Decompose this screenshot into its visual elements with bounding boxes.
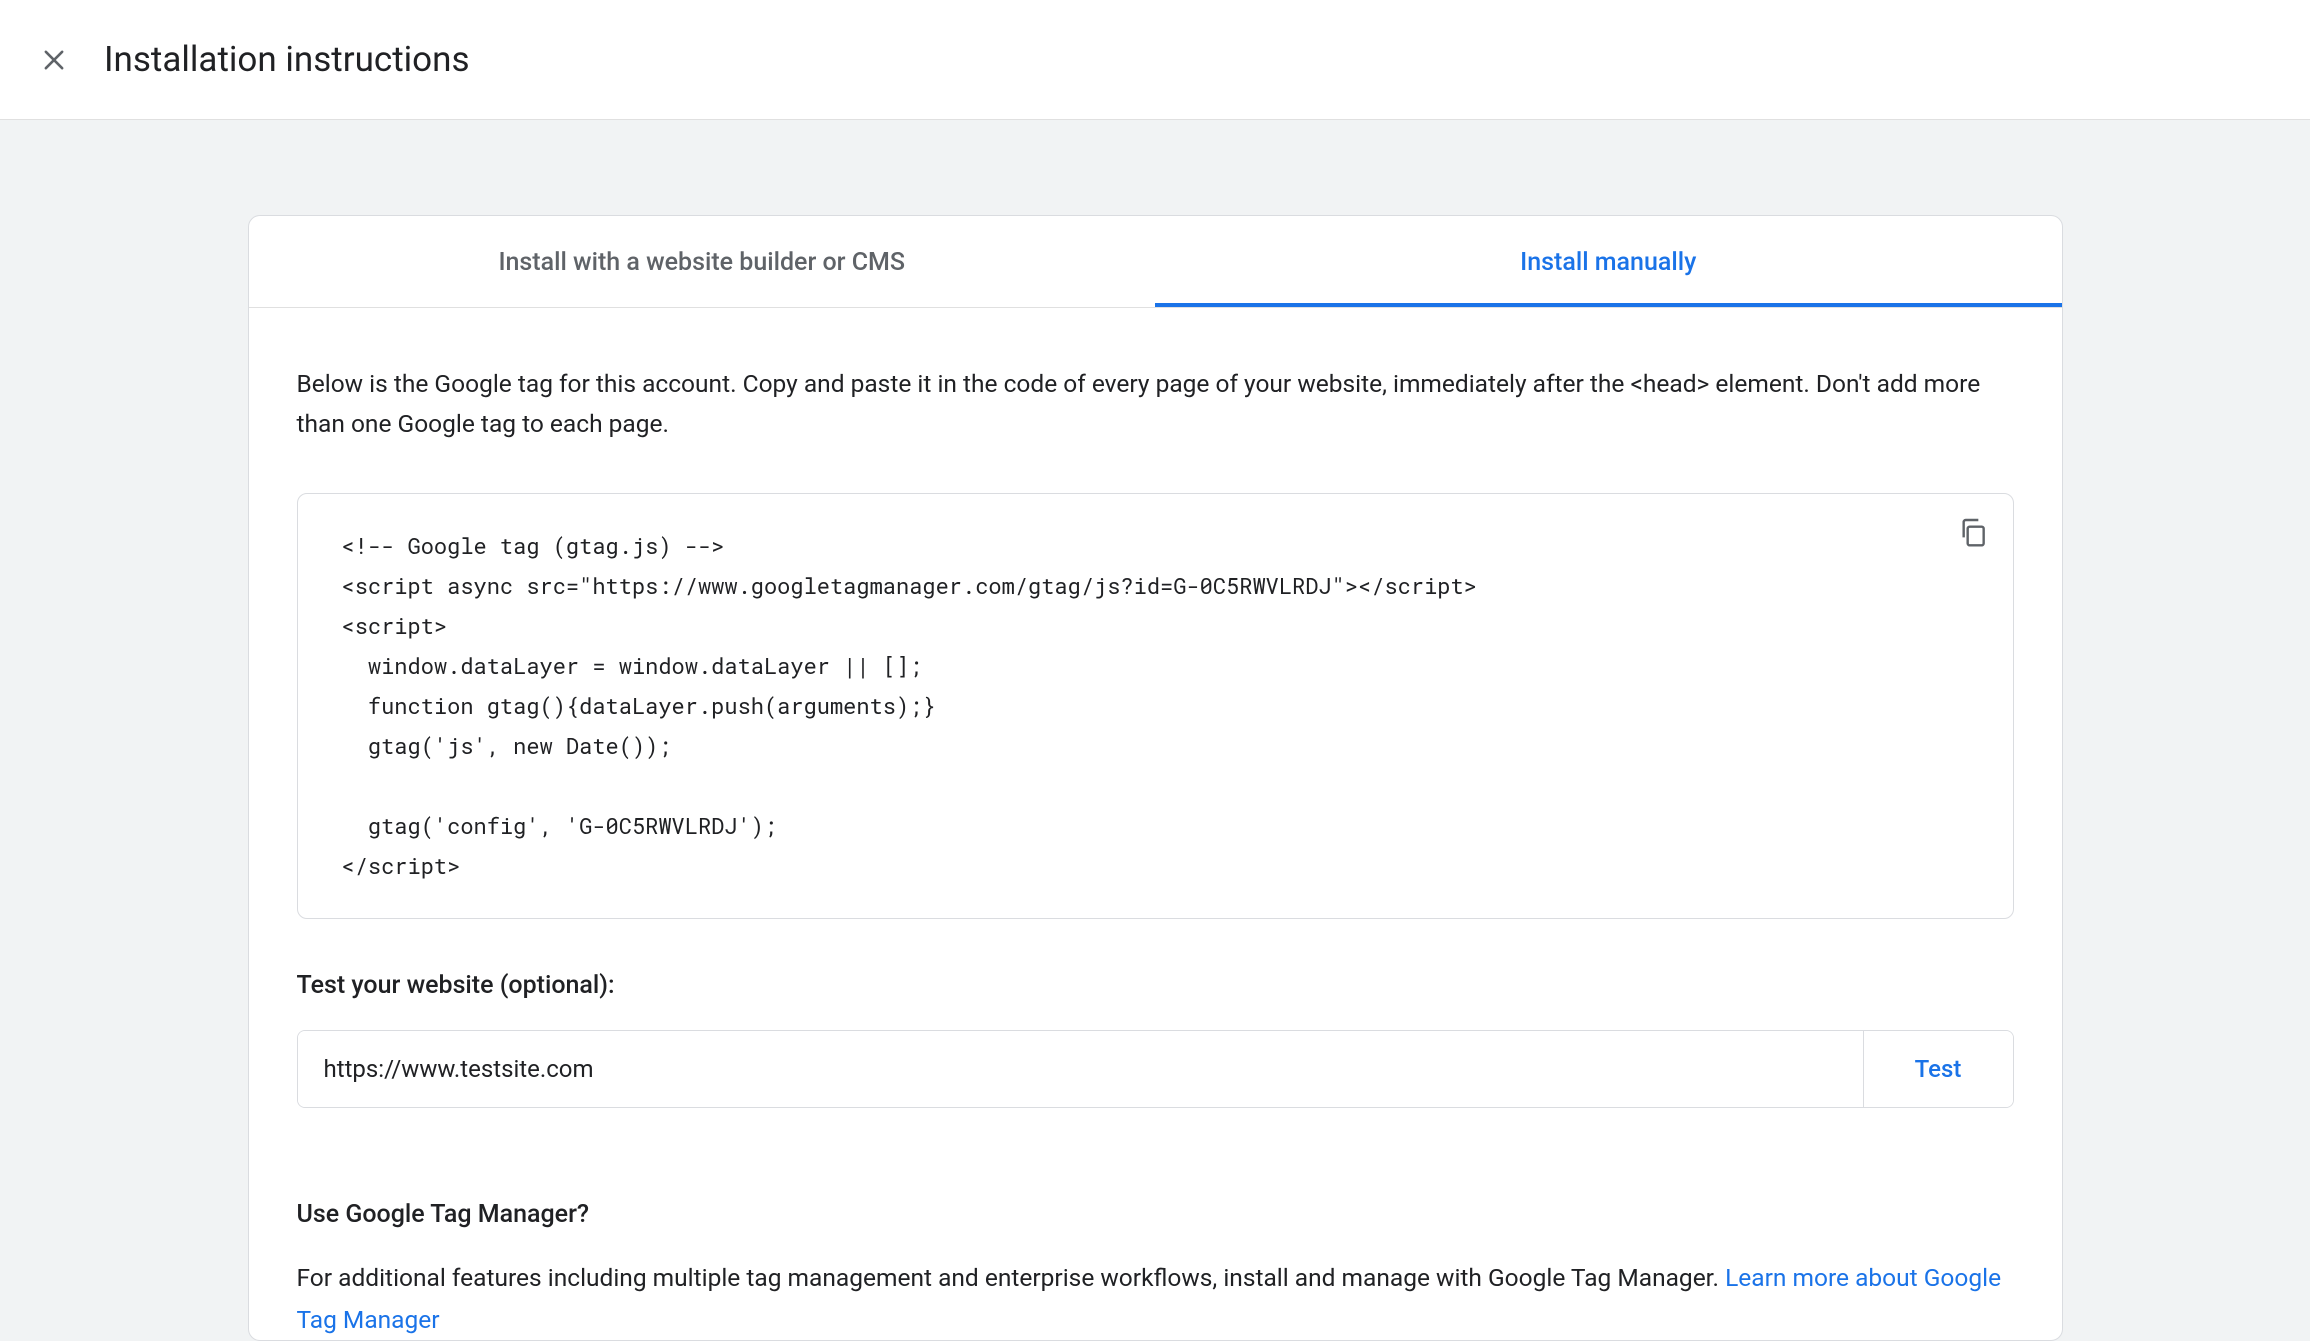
copy-button[interactable]: [1953, 512, 1993, 552]
gtm-heading: Use Google Tag Manager?: [297, 1200, 2014, 1229]
close-button[interactable]: [40, 46, 68, 74]
test-url-input[interactable]: [298, 1031, 1863, 1107]
copy-icon: [1957, 516, 1989, 548]
test-website-row: Test: [297, 1030, 2014, 1108]
tab-install-manually[interactable]: Install manually: [1155, 216, 2062, 307]
content-wrapper: Install with a website builder or CMS In…: [0, 120, 2310, 1341]
tab-website-builder[interactable]: Install with a website builder or CMS: [249, 216, 1156, 307]
gtm-body: For additional features including multip…: [297, 1257, 2014, 1340]
gtm-body-text: For additional features including multip…: [297, 1263, 1726, 1292]
dialog-title: Installation instructions: [104, 39, 470, 80]
close-icon: [40, 46, 68, 74]
main-card: Install with a website builder or CMS In…: [248, 215, 2063, 1341]
tab-bar: Install with a website builder or CMS In…: [249, 216, 2062, 308]
tab-panel-manual: Below is the Google tag for this account…: [249, 308, 2062, 1340]
code-snippet-box: <!-- Google tag (gtag.js) --> <script as…: [297, 493, 2014, 919]
code-snippet-text: <!-- Google tag (gtag.js) --> <script as…: [342, 526, 1969, 886]
test-section-label: Test your website (optional):: [297, 971, 2014, 1000]
instructions-text: Below is the Google tag for this account…: [297, 364, 2014, 445]
test-button[interactable]: Test: [1863, 1031, 2013, 1107]
dialog-header: Installation instructions: [0, 0, 2310, 120]
